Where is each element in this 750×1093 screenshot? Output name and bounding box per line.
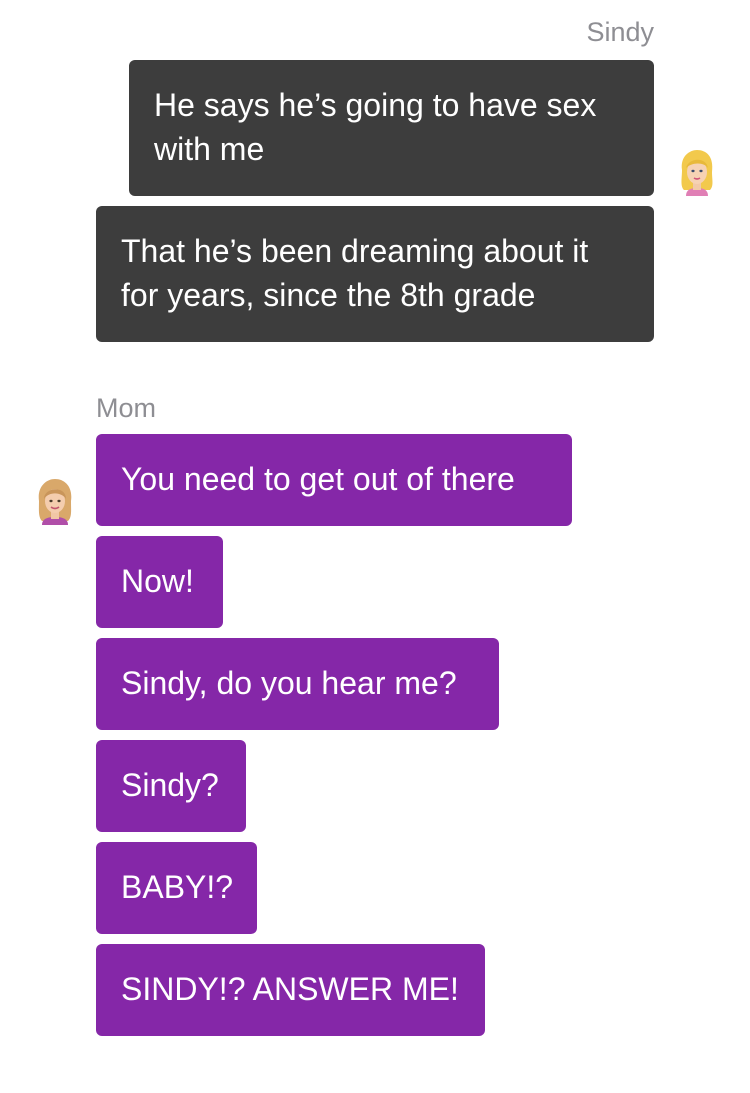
message-bubble[interactable]: Sindy? xyxy=(96,740,246,832)
sender-name-sindy: Sindy xyxy=(586,17,654,47)
message-bubble[interactable]: That he’s been dreaming about it for yea… xyxy=(96,206,654,342)
chat-screen: { "conversation": { "groups": [ { "sende… xyxy=(0,0,750,1093)
mom-avatar-icon[interactable] xyxy=(34,477,76,525)
message-bubble[interactable]: Sindy, do you hear me? xyxy=(96,638,499,730)
message-bubble[interactable]: He says he’s going to have sex with me xyxy=(129,60,654,196)
sender-name-mom: Mom xyxy=(96,393,156,423)
message-bubble[interactable]: Now! xyxy=(96,536,223,628)
sindy-avatar-icon[interactable] xyxy=(676,148,718,196)
message-bubble[interactable]: BABY!? xyxy=(96,842,257,934)
message-bubble[interactable]: SINDY!? ANSWER ME! xyxy=(96,944,485,1036)
message-bubble[interactable]: You need to get out of there xyxy=(96,434,572,526)
